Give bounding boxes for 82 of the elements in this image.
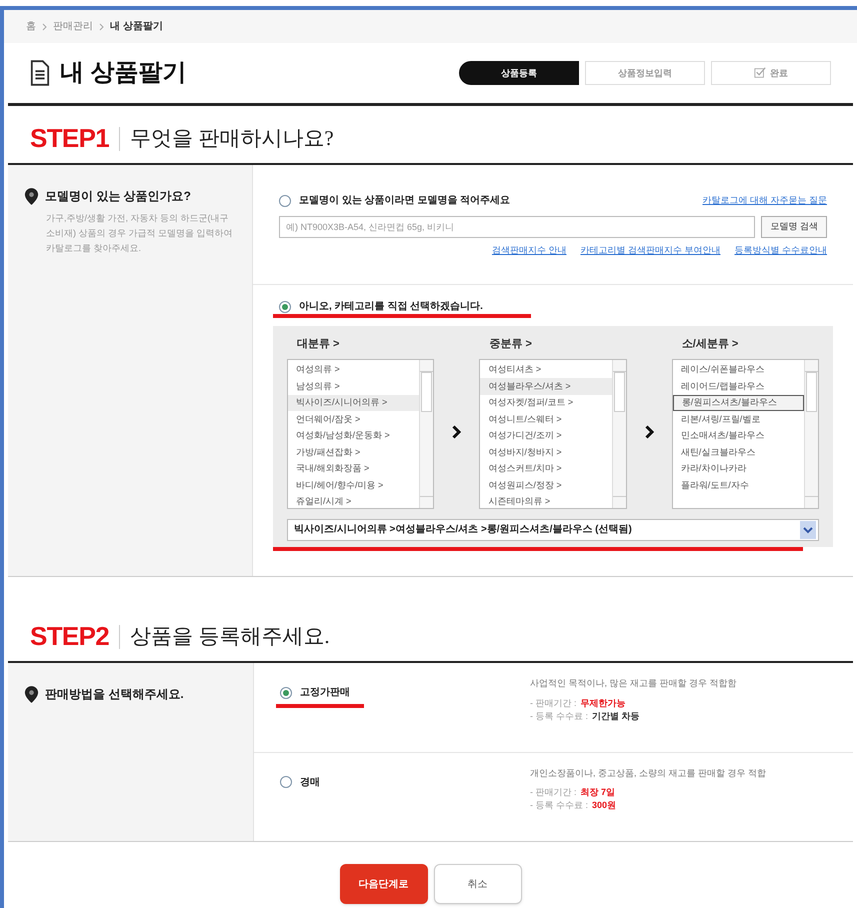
detail-value: 무제한가능	[580, 696, 626, 710]
radio-button[interactable]	[279, 194, 291, 207]
detail-label: - 판매기간 :	[530, 696, 576, 710]
option-label: 모델명이 있는 상품이라면 모델명을 적어주세요	[299, 194, 510, 208]
detail-value: 300원	[592, 799, 616, 812]
page-title: 내 상품팔기	[60, 58, 187, 88]
category-item[interactable]: 빅사이즈/시니어의류 >	[288, 394, 420, 412]
method-description: 개인소장품이나, 중고상품, 소량의 재고를 판매할 경우 적합	[530, 766, 766, 780]
radio-button[interactable]	[280, 776, 292, 788]
detail-label: - 판매기간 :	[530, 786, 576, 800]
help-link[interactable]: 카테고리별 검색판매지수 부여안내	[580, 244, 720, 258]
category-list[interactable]: 여성티셔츠 > 여성블라우스/셔츠 > 여성자켓/점퍼/코트 > 여성니트/스웨터 > 여성가디건/조끼 > 여성바지/청바지 > 여성스커트/치마 > 여성원피스/정장 > 시즌테마의류 >	[479, 358, 627, 509]
model-name-field[interactable]: 예) NT900X3B-A54, 신라면컵 65g, 비키니	[279, 216, 756, 238]
category-item[interactable]: 새틴/실크블라우스	[672, 444, 804, 461]
column-heading: 대분류 >	[296, 337, 340, 352]
category-item[interactable]: 플라워/도트/자수	[672, 477, 804, 494]
option-label: 경매	[300, 776, 320, 790]
category-item[interactable]: 레이어드/랩블라우스	[672, 378, 804, 395]
category-item[interactable]: 리본/셔링/프릴/벨로	[672, 411, 804, 428]
category-item[interactable]: 여성원피스/정장 >	[480, 477, 612, 494]
category-item[interactable]: 여성자켓/점퍼/코트 >	[480, 394, 612, 412]
category-item[interactable]: 가방/패션잡화 >	[288, 444, 420, 461]
chevron-icon	[644, 425, 654, 440]
method-description: 사업적인 목적이나, 많은 재고를 판매할 경우 적합함	[530, 677, 737, 690]
progress-step: 상품정보입력	[585, 61, 705, 86]
category-item[interactable]: 국내/해외화장품 >	[288, 460, 420, 478]
scrollbar[interactable]	[419, 360, 434, 508]
map-pin-icon	[24, 686, 39, 703]
category-item[interactable]: 민소매셔츠/블라우스	[672, 428, 804, 444]
column-heading: 중분류 >	[488, 337, 533, 352]
category-item[interactable]: 여성티셔츠 >	[480, 362, 612, 378]
cancel-button[interactable]: 취소	[434, 864, 522, 904]
model-search-button[interactable]: 모델명 검색	[761, 216, 827, 238]
step-number: STEP1	[30, 122, 110, 156]
category-item[interactable]: 여성니트/스웨터 >	[480, 411, 612, 428]
category-item[interactable]: 시즌테마의류 >	[480, 494, 612, 508]
chevron-icon	[42, 22, 47, 31]
category-item[interactable]: 여성바지/청바지 >	[480, 444, 612, 461]
step-number: STEP2	[30, 620, 110, 654]
section-question: 판매방법을 선택해주세요.	[45, 686, 184, 704]
scrollbar[interactable]	[804, 360, 818, 508]
scrollbar[interactable]	[612, 360, 626, 508]
category-list[interactable]: 레이스/쉬폰블라우스 레이어드/랩블라우스 롱/원피스셔츠/블라우스 리본/셔링/프릴/벨로 민소매셔츠/블라우스 새틴/실크블라우스 카라/차이나카라 플라워/도트/자수	[672, 358, 820, 509]
category-item[interactable]: 언더웨어/잠옷 >	[288, 411, 420, 428]
detail-value: 기간별 차등	[592, 710, 640, 723]
category-item[interactable]: 카라/차이나카라	[672, 460, 804, 478]
section-question: 모델명이 있는 상품인가요?	[45, 188, 191, 206]
detail-label: - 등록 수수료 :	[530, 799, 588, 812]
column-heading: 소/세분류 >	[680, 337, 740, 352]
selected-category-dropdown[interactable]: 빅사이즈/시니어의류 >여성블라우스/셔츠 >롱/원피스셔츠/블라우스 (선택됨)	[287, 518, 819, 541]
progress-step: 상품등록	[459, 61, 579, 86]
radio-button[interactable]	[280, 686, 292, 699]
category-item[interactable]: 쥬얼리/시계 >	[288, 494, 420, 508]
document-icon	[30, 60, 50, 86]
progress-step: 완료	[711, 61, 831, 86]
category-item[interactable]: 바디/헤어/향수/미용 >	[288, 477, 420, 494]
option-label: 아니오, 카테고리를 직접 선택하겠습니다.	[299, 300, 483, 314]
help-text: 가구,주방/생활 가전, 자동차 등의 하드군(내구소비재) 상품의 경우 가급적 모델명을 입력하여 카탈로그를 찾아주세요.	[45, 212, 234, 256]
help-link[interactable]: 검색판매지수 안내	[492, 244, 566, 258]
radio-button[interactable]	[279, 300, 291, 313]
category-list[interactable]: 여성의류 > 남성의류 > 빅사이즈/시니어의류 > 언더웨어/잠옷 > 여성화/남성화/운동화 > 가방/패션잡화 > 국내/해외화장품 > 바디/헤어/향수/미용 > 쥬얼리/시계 >	[287, 358, 434, 509]
category-item[interactable]: 여성화/남성화/운동화 >	[288, 428, 420, 444]
detail-label: - 등록 수수료 :	[530, 710, 588, 723]
category-item[interactable]: 여성가디건/조끼 >	[480, 428, 612, 444]
category-item[interactable]: 롱/원피스셔츠/블라우스	[672, 394, 804, 412]
category-item[interactable]: 여성블라우스/셔츠 >	[480, 378, 612, 395]
category-item[interactable]: 여성스커트/치마 >	[480, 460, 612, 478]
detail-value: 최장 7일	[580, 786, 616, 800]
map-pin-icon	[24, 188, 39, 205]
help-link[interactable]: 등록방식별 수수료안내	[734, 244, 827, 258]
step-title: 상품을 등록해주세요.	[130, 623, 330, 650]
category-item[interactable]: 여성의류 >	[288, 362, 420, 378]
category-item[interactable]: 남성의류 >	[288, 378, 420, 395]
breadcrumb-item[interactable]: 내 상품팔기	[110, 19, 163, 34]
step-title: 무엇을 판매하시나요?	[130, 124, 334, 152]
chevron-icon	[99, 22, 104, 31]
category-item[interactable]: 레이스/쉬폰블라우스	[672, 362, 804, 378]
checkbox-icon	[754, 67, 766, 80]
faq-link[interactable]: 카탈로그에 대해 자주묻는 질문	[702, 194, 827, 208]
chevron-icon	[452, 425, 462, 440]
option-label: 고정가판매	[300, 686, 350, 700]
next-step-button[interactable]: 다음단계로	[340, 864, 428, 904]
